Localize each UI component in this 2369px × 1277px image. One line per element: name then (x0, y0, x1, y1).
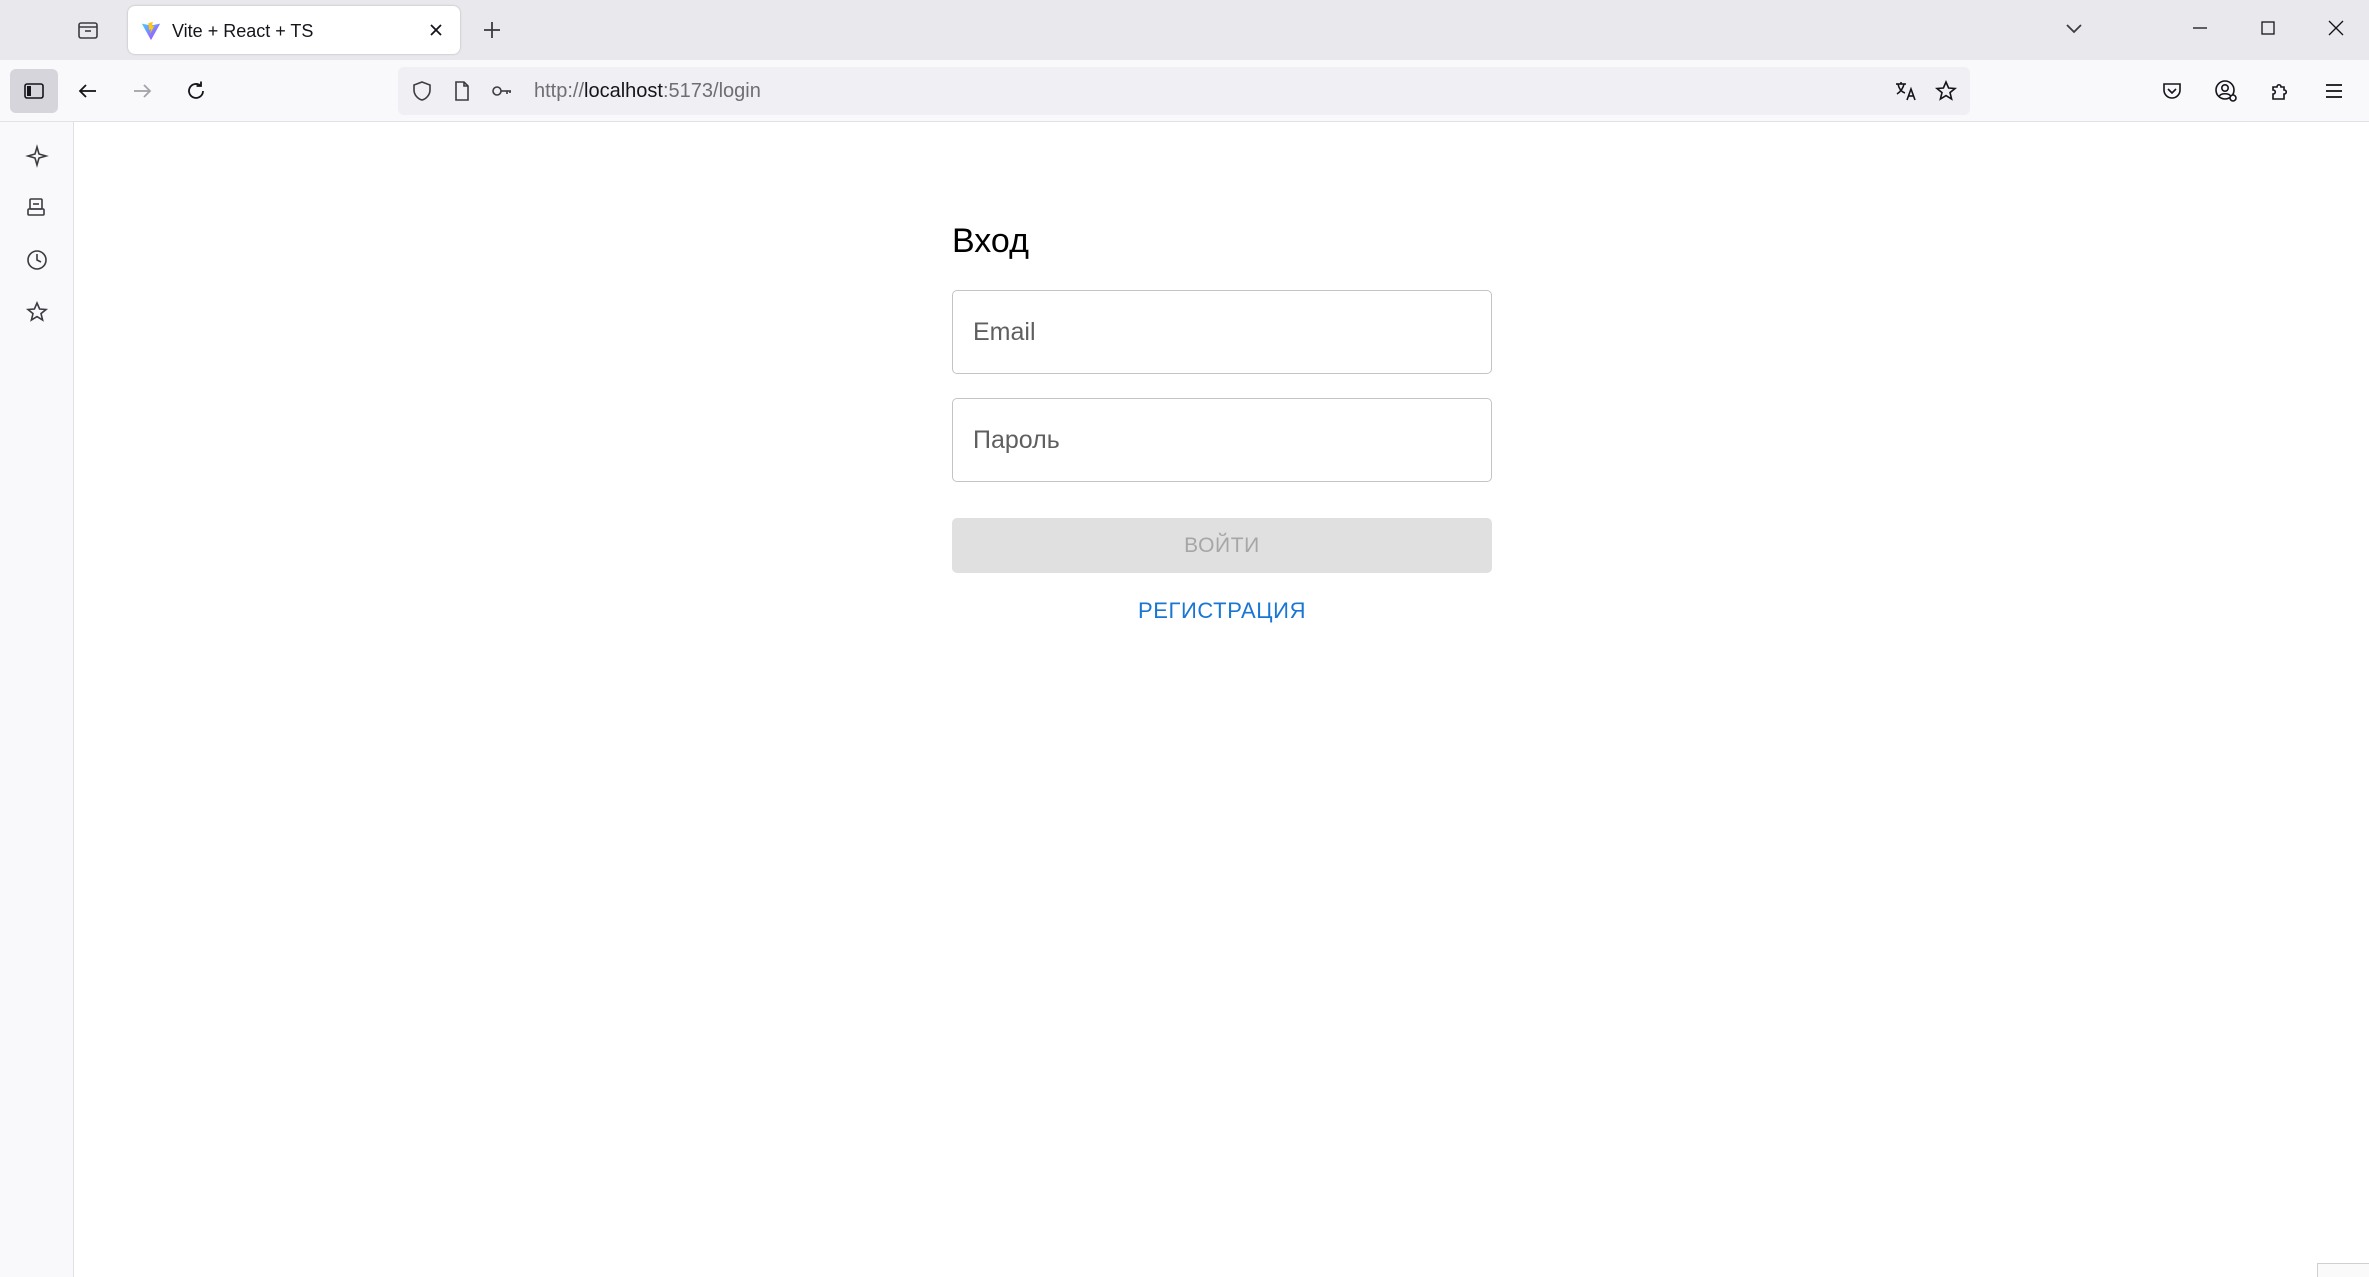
hamburger-icon (2323, 80, 2345, 102)
account-button[interactable] (2204, 69, 2248, 113)
close-tab-button[interactable] (422, 16, 450, 44)
key-icon[interactable] (490, 79, 514, 103)
maximize-icon (2259, 19, 2277, 37)
tab-strip: Vite + React + TS (0, 0, 2369, 60)
extensions-button[interactable] (2258, 69, 2302, 113)
close-window-button[interactable] (2302, 0, 2369, 56)
pocket-button[interactable] (2150, 69, 2194, 113)
email-field[interactable]: Email (952, 290, 1492, 374)
sidebar-item-history[interactable] (15, 238, 59, 282)
minimize-icon (2191, 19, 2209, 37)
sidebar-icon (22, 79, 46, 103)
forward-button[interactable] (120, 69, 164, 113)
puzzle-icon (2268, 79, 2292, 103)
login-button[interactable]: ВОЙТИ (952, 518, 1492, 573)
close-icon (2327, 19, 2345, 37)
shield-icon[interactable] (410, 79, 434, 103)
password-field[interactable]: Пароль (952, 398, 1492, 482)
page-content: Вход Email Пароль ВОЙТИ РЕГИСТРАЦИЯ (75, 122, 2369, 1277)
active-tab[interactable]: Vite + React + TS (128, 6, 460, 54)
application-menu-button[interactable] (2312, 69, 2356, 113)
tab-list-button[interactable] (68, 12, 108, 48)
sidebar-item-bookmarks[interactable] (15, 290, 59, 334)
sidebar-item-ai-chatbot[interactable] (15, 134, 59, 178)
url-path: :5173/login (662, 80, 761, 102)
url-host: localhost (584, 80, 663, 102)
email-placeholder: Email (973, 318, 1036, 346)
page-title: Вход (952, 222, 1029, 260)
star-icon[interactable] (1934, 79, 1958, 103)
minimize-window-button[interactable] (2166, 0, 2234, 56)
url-scheme: http:// (534, 80, 585, 102)
vite-logo-icon (140, 20, 162, 42)
arrow-left-icon (76, 79, 100, 103)
translate-icon[interactable] (1894, 79, 1918, 103)
password-placeholder: Пароль (973, 426, 1060, 454)
maximize-window-button[interactable] (2234, 0, 2302, 56)
address-bar[interactable]: http://localhost:5173/login (398, 67, 1970, 115)
chevron-down-icon (2063, 17, 2085, 39)
url-text[interactable]: http://localhost:5173/login (534, 80, 761, 103)
browser-sidebar (0, 122, 74, 1277)
list-all-tabs-button[interactable] (2054, 10, 2094, 46)
new-tab-button[interactable] (472, 12, 512, 48)
synced-tabs-icon (25, 196, 49, 220)
back-button[interactable] (66, 69, 110, 113)
tab-title: Vite + React + TS (172, 21, 314, 41)
resize-corner (2317, 1263, 2369, 1277)
plus-icon (481, 19, 503, 41)
reload-icon (184, 79, 208, 103)
register-link[interactable]: РЕГИСТРАЦИЯ (952, 598, 1492, 624)
page-info-icon[interactable] (450, 79, 474, 103)
sparkle-icon (25, 144, 49, 168)
clock-icon (25, 248, 49, 272)
star-icon (25, 300, 49, 324)
reload-button[interactable] (174, 69, 218, 113)
navigation-toolbar: http://localhost:5173/login (0, 60, 2369, 122)
arrow-right-icon (130, 79, 154, 103)
account-icon (2213, 78, 2239, 104)
pocket-icon (2160, 79, 2184, 103)
tab-list-icon (76, 18, 100, 42)
sidebar-item-synced-tabs[interactable] (15, 186, 59, 230)
sidebar-toggle-button[interactable] (10, 69, 58, 113)
